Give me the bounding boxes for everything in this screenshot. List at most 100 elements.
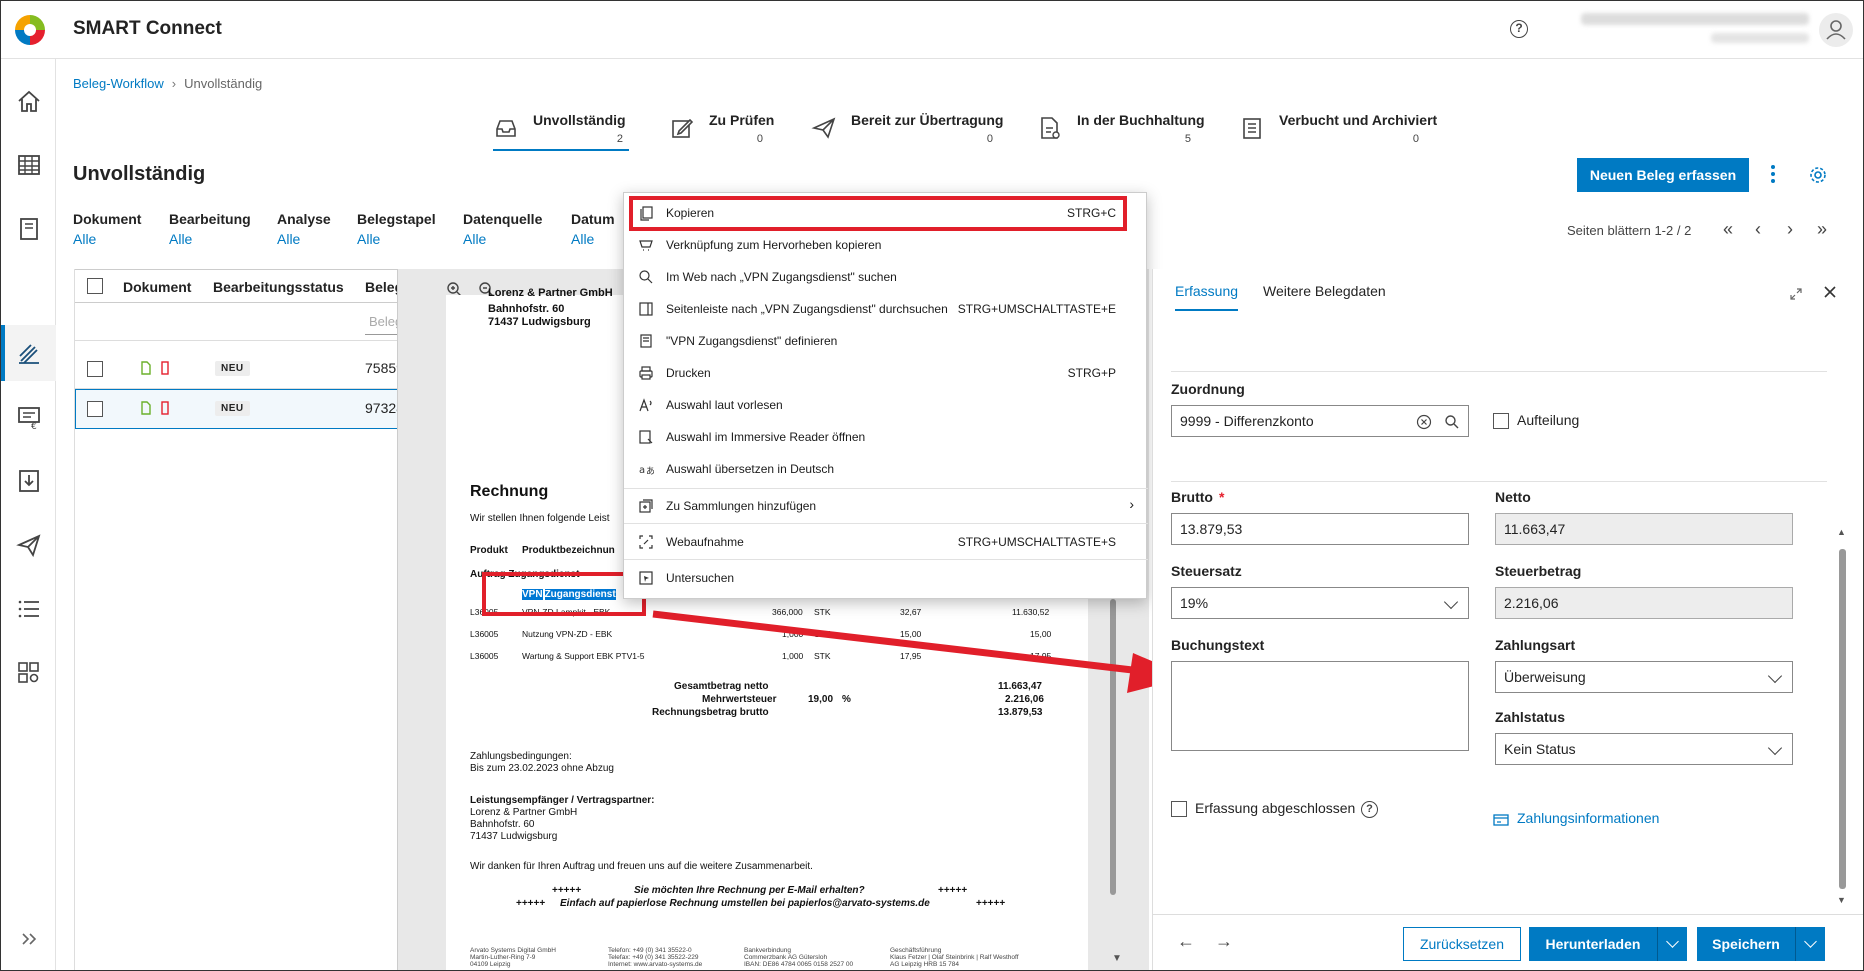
download-button[interactable]: Herunterladen	[1529, 927, 1657, 961]
buchungstext-textarea[interactable]	[1171, 661, 1469, 751]
help-icon[interactable]: ?	[1361, 801, 1378, 818]
menu-item-translate[interactable]: aあ Auswahl übersetzen in Deutsch	[624, 454, 1148, 484]
expand-icon[interactable]	[1789, 287, 1803, 301]
filter-value[interactable]: Alle	[571, 231, 615, 247]
arrow-left-icon[interactable]: ←	[1177, 931, 1195, 952]
document-icon[interactable]	[15, 215, 43, 243]
menu-item-print[interactable]: Drucken STRG+P	[624, 358, 1148, 388]
erfassung-abgeschlossen-checkbox[interactable]	[1171, 801, 1187, 817]
table-icon[interactable]	[15, 151, 43, 179]
filter-dokument[interactable]: Dokument Alle	[73, 211, 141, 247]
row-checkbox[interactable]	[87, 361, 103, 377]
menu-item-read-aloud[interactable]: Auswahl laut vorlesen	[624, 390, 1148, 420]
user-icon	[1826, 20, 1846, 40]
menu-item-link-highlight[interactable]: Verknüpfung zum Hervorheben kopieren	[624, 230, 1148, 260]
filter-bearbeitung[interactable]: Bearbeitung Alle	[169, 211, 251, 247]
download-options-chevron-icon[interactable]	[1657, 927, 1687, 961]
scroll-down-icon[interactable]: ▼	[1112, 953, 1122, 964]
menu-item-label: "VPN Zugangsdienst" definieren	[666, 334, 838, 348]
tab-weitere-belegdaten[interactable]: Weitere Belegdaten	[1263, 283, 1386, 299]
doc-footer-text: Telefon: +49 (0) 341 35522-0	[608, 947, 692, 954]
zuordnung-value: 9999 - Differenzkonto	[1180, 413, 1314, 429]
zahlungsart-select[interactable]: Überweisung	[1495, 661, 1793, 693]
zahlstatus-label: Zahlstatus	[1495, 709, 1566, 725]
stage-tab-bereit[interactable]: Bereit zur Übertragung 0	[811, 105, 1003, 151]
inspect-icon	[639, 571, 653, 585]
row-checkbox[interactable]	[87, 401, 103, 417]
receipt-scan-icon[interactable]	[15, 339, 43, 367]
column-header[interactable]: Bearbeitungsstatus	[213, 279, 344, 295]
document-table: Dokument Bearbeitungsstatus Beleg Beleg …	[74, 269, 425, 970]
stage-tab-unvollstaendig[interactable]: Unvollständig 2	[493, 105, 629, 151]
help-icon[interactable]: ?	[1510, 20, 1528, 38]
menu-item-immersive-reader[interactable]: Auswahl im Immersive Reader öffnen	[624, 422, 1148, 452]
menu-item-collections[interactable]: Zu Sammlungen hinzufügen ›	[624, 491, 1148, 521]
chevron-right-icon: ›	[171, 76, 177, 91]
clear-icon[interactable]	[1416, 414, 1432, 430]
save-button[interactable]: Speichern	[1697, 927, 1795, 961]
filter-datum[interactable]: Datum Alle	[571, 211, 615, 247]
list-icon[interactable]	[15, 595, 43, 623]
buchungstext-label: Buchungstext	[1171, 637, 1265, 653]
printer-icon	[639, 366, 653, 380]
zahlungsinformationen-link[interactable]: Zahlungsinformationen	[1517, 810, 1659, 826]
zuordnung-input[interactable]: 9999 - Differenzkonto	[1171, 405, 1469, 437]
next-page-icon[interactable]: ›	[1787, 219, 1793, 240]
menu-item-define[interactable]: "VPN Zugangsdienst" definieren	[624, 326, 1148, 356]
menu-item-inspect[interactable]: Untersuchen	[624, 563, 1148, 593]
breadcrumb-parent[interactable]: Beleg-Workflow	[73, 76, 164, 91]
menu-item-webcapture[interactable]: Webaufnahme STRG+UMSCHALTTASTE+S	[624, 527, 1148, 557]
prev-page-icon[interactable]: ‹	[1755, 219, 1761, 240]
stage-tab-buchhaltung[interactable]: In der Buchhaltung 5	[1037, 105, 1205, 151]
brutto-input[interactable]: 13.879,53	[1171, 513, 1469, 545]
menu-item-web-search[interactable]: Im Web nach „VPN Zugangsdienst" suchen	[624, 262, 1148, 292]
scroll-down-icon[interactable]: ▼	[1837, 895, 1846, 905]
close-icon[interactable]	[1823, 285, 1837, 299]
stage-tab-zu-pruefen[interactable]: Zu Prüfen 0	[669, 105, 774, 151]
filter-value[interactable]: Alle	[463, 231, 542, 247]
reset-button[interactable]: Zurücksetzen	[1403, 927, 1521, 961]
avatar[interactable]	[1819, 13, 1853, 47]
last-page-icon[interactable]: »	[1817, 219, 1827, 240]
scroll-up-icon[interactable]: ▲	[1837, 527, 1846, 537]
more-options-icon[interactable]	[1771, 165, 1777, 187]
home-icon[interactable]	[15, 87, 43, 115]
filter-datenquelle[interactable]: Datenquelle Alle	[463, 211, 542, 247]
filter-value[interactable]: Alle	[357, 231, 436, 247]
menu-item-label: Auswahl übersetzen in Deutsch	[666, 462, 835, 476]
search-icon[interactable]	[1444, 414, 1460, 430]
steuersatz-select[interactable]: 19%	[1171, 587, 1469, 619]
expand-nav-icon[interactable]	[15, 925, 43, 953]
collections-icon	[639, 499, 653, 513]
tab-erfassung[interactable]: Erfassung	[1175, 283, 1239, 311]
file-red-icon	[161, 401, 169, 415]
filter-analyse[interactable]: Analyse Alle	[277, 211, 331, 247]
svg-text:あ: あ	[646, 466, 654, 477]
new-document-button[interactable]: Neuen Beleg erfassen	[1577, 158, 1749, 192]
panel-scrollbar[interactable]	[1839, 549, 1846, 889]
menu-item-sidebar-search[interactable]: Seitenleiste nach „VPN Zugangsdienst" du…	[624, 294, 1148, 324]
zahlstatus-select[interactable]: Kein Status	[1495, 733, 1793, 765]
settings-grid-icon[interactable]	[15, 659, 43, 687]
send-icon[interactable]	[15, 531, 43, 559]
aufteilung-checkbox[interactable]	[1493, 413, 1509, 429]
select-all-checkbox[interactable]	[87, 278, 103, 294]
filter-value[interactable]: Alle	[169, 231, 251, 247]
doc-address-line: Bahnhofstr. 60	[488, 303, 565, 315]
import-icon[interactable]	[15, 467, 43, 495]
first-page-icon[interactable]: «	[1723, 219, 1733, 240]
zahlungsart-label: Zahlungsart	[1495, 637, 1576, 653]
stage-tab-archiviert[interactable]: Verbucht und Archiviert 0	[1239, 105, 1437, 151]
save-options-chevron-icon[interactable]	[1795, 927, 1825, 961]
filter-value[interactable]: Alle	[73, 231, 141, 247]
arrow-right-icon[interactable]: →	[1215, 931, 1233, 952]
table-row[interactable]: NEU 75859	[75, 349, 405, 389]
table-row[interactable]: NEU 97328	[75, 389, 405, 429]
column-header[interactable]: Dokument	[123, 279, 191, 295]
invoice-euro-icon[interactable]: €	[15, 403, 43, 431]
gear-icon[interactable]	[1809, 166, 1827, 184]
filter-label: Datenquelle	[463, 211, 543, 227]
filter-value[interactable]: Alle	[277, 231, 331, 247]
doc-footer-text: Commerzbank AG Gütersloh	[744, 954, 828, 961]
filter-belegstapel[interactable]: Belegstapel Alle	[357, 211, 436, 247]
